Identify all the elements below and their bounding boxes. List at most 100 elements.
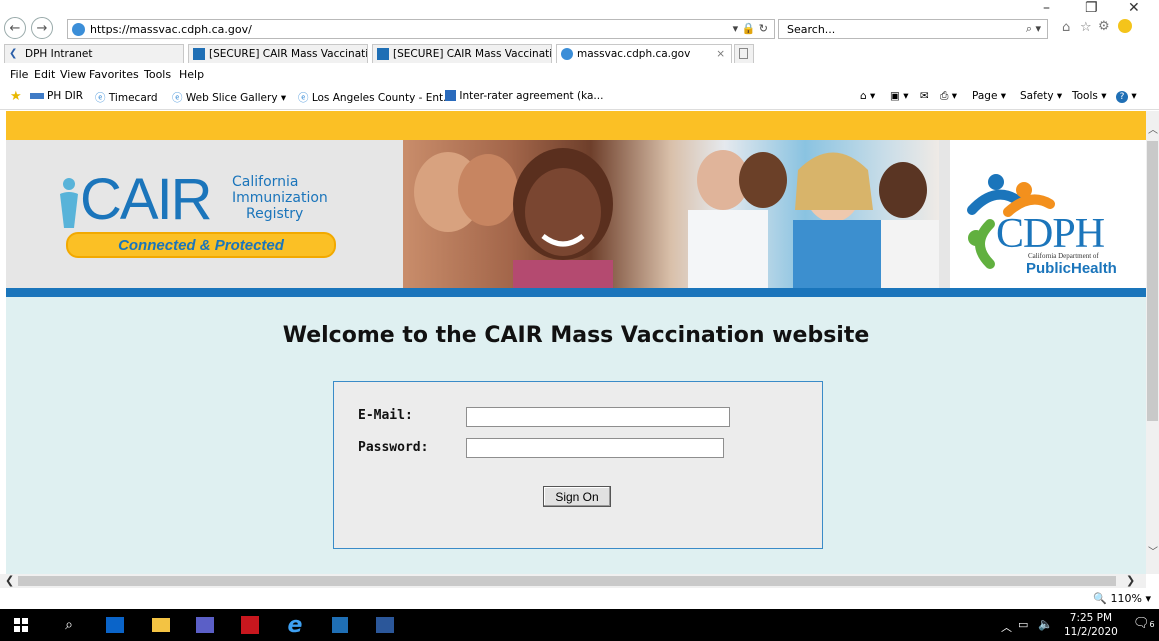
outlook-icon[interactable] (104, 614, 126, 636)
word-icon[interactable] (374, 614, 396, 636)
ie-page-icon: ⓔ (95, 92, 106, 104)
vertical-scrollbar[interactable]: ︿ ﹀ (1146, 111, 1159, 574)
tab-label: massvac.cdph.ca.gov (577, 48, 691, 60)
fav-timecard[interactable]: ⓔ Timecard (95, 90, 158, 105)
tab-dph-intranet[interactable]: ❮ DPH Intranet (4, 44, 184, 63)
file-explorer-icon[interactable] (150, 614, 172, 636)
ie-page-icon (561, 48, 573, 60)
tab-secure-cair-1[interactable]: [SECURE] CAIR Mass Vaccinati... (188, 44, 368, 63)
menu-file[interactable]: File (10, 68, 28, 81)
scroll-right-icon[interactable]: ❯ (1126, 574, 1135, 587)
ie-page-icon: ⓔ (172, 92, 183, 104)
acrobat-icon[interactable] (239, 614, 261, 636)
menu-bar: File Edit View Favorites Tools Help (0, 64, 1159, 84)
sign-on-button[interactable]: Sign On (543, 486, 611, 507)
scroll-left-icon[interactable]: ❮ (5, 574, 14, 587)
menu-tools[interactable]: Tools (144, 68, 171, 81)
home-command-icon[interactable]: ⌂ ▾ (860, 90, 875, 102)
close-icon[interactable]: ✕ (1128, 0, 1140, 16)
help-icon[interactable]: ? ▾ (1116, 90, 1137, 103)
page-title: Welcome to the CAIR Mass Vaccination web… (282, 323, 870, 348)
add-favorite-star-icon[interactable]: ★ (10, 89, 22, 104)
zoom-value: 110% (1110, 592, 1142, 605)
notifications-icon[interactable]: 🗨6 (1133, 616, 1155, 631)
banner-photo (403, 140, 939, 288)
cdph-logo: CDPH California Department of PublicHeal… (950, 140, 1146, 288)
ps-icon (377, 48, 389, 60)
close-tab-icon[interactable]: × (716, 48, 725, 60)
favorites-star-icon[interactable]: ☆ (1080, 20, 1092, 35)
home-icon[interactable]: ⌂ (1062, 20, 1070, 35)
cair-logo: CAIR California Immunization Registry Co… (56, 167, 346, 260)
menu-favorites[interactable]: Favorites (89, 68, 139, 81)
search-input[interactable]: Search... ⌕ ▾ (778, 19, 1048, 39)
smiley-icon[interactable] (1118, 19, 1132, 33)
cair-figure-icon (56, 176, 82, 230)
menu-edit[interactable]: Edit (34, 68, 55, 81)
password-label: Password: (358, 440, 429, 455)
zoom-control[interactable]: 🔍 110% ▾ (1093, 592, 1151, 605)
cair-tagline: Connected & Protected (118, 236, 284, 254)
forward-button[interactable]: → (31, 17, 53, 39)
lock-refresh-icon[interactable]: ▾ 🔒 ↻ (733, 22, 768, 35)
gear-icon[interactable]: ⚙ (1098, 19, 1110, 34)
horizontal-scrollbar[interactable]: ❮ ❯ (0, 574, 1146, 588)
windows-taskbar: ⌕ e ︿ ▭ 🔈 7:25 PM 11/2/2020 🗨6 (0, 609, 1159, 641)
minimize-icon[interactable]: – (1043, 0, 1050, 16)
powershell-icon[interactable] (329, 614, 351, 636)
ie-page-icon: ⓔ (298, 92, 309, 104)
fav-label: Los Angeles County - Ent... (311, 92, 454, 104)
email-label: E-Mail: (358, 408, 413, 423)
new-tab-button[interactable] (734, 44, 754, 63)
fav-la-county[interactable]: ⓔ Los Angeles County - Ent... (298, 90, 453, 105)
clock-time: 7:25 PM (1069, 612, 1113, 624)
password-field[interactable] (466, 438, 724, 458)
cdph-wordmark: CDPH (996, 211, 1105, 257)
tab-massvac[interactable]: massvac.cdph.ca.gov × (556, 44, 732, 63)
cdph-subtitle: California Department of (1028, 252, 1099, 260)
ps-icon (193, 48, 205, 60)
fav-web-slice-gallery[interactable]: ⓔ Web Slice Gallery ▾ (172, 90, 286, 105)
address-bar[interactable]: https://massvac.cdph.ca.gov/ ▾ 🔒 ↻ (67, 19, 775, 39)
new-tab-icon (739, 48, 748, 59)
menu-help[interactable]: Help (179, 68, 204, 81)
menu-view[interactable]: View (60, 68, 86, 81)
restore-icon[interactable]: ❐ (1085, 0, 1098, 16)
search-placeholder: Search... (787, 23, 836, 36)
system-clock[interactable]: 7:25 PM 11/2/2020 (1064, 611, 1118, 639)
page-menu[interactable]: Page ▾ (972, 90, 1006, 102)
tray-chevron-icon[interactable]: ︿ (1001, 619, 1012, 635)
print-icon[interactable]: ⎙ ▾ (940, 90, 957, 103)
ie-page-icon (72, 23, 85, 36)
login-form: E-Mail: Password: Sign On (333, 381, 823, 549)
horizontal-scroll-thumb[interactable] (18, 576, 1116, 586)
search-icon[interactable]: ⌕ (58, 614, 80, 636)
page-content: CAIR California Immunization Registry Co… (6, 111, 1146, 574)
scroll-up-icon[interactable]: ︿ (1148, 121, 1158, 136)
favorites-bar: ★ PH DIR ⓔ Timecard ⓔ Web Slice Gallery … (0, 84, 1159, 110)
email-field[interactable] (466, 407, 730, 427)
volume-muted-icon[interactable]: 🔈 (1038, 617, 1053, 631)
fav-inter-rater[interactable]: Inter-rater agreement (ka... (445, 90, 603, 102)
scroll-down-icon[interactable]: ﹀ (1148, 543, 1158, 558)
clock-date: 11/2/2020 (1064, 626, 1118, 638)
back-button[interactable]: ← (4, 17, 26, 39)
fav-label: Timecard (108, 92, 158, 104)
banner-photo-illustration (414, 148, 939, 288)
safety-menu[interactable]: Safety ▾ (1020, 90, 1062, 102)
internet-explorer-icon[interactable]: e (284, 613, 306, 638)
feeds-icon[interactable]: ▣ ▾ (890, 90, 909, 102)
fav-ph-dir[interactable]: PH DIR (30, 90, 83, 102)
tab-label: DPH Intranet (25, 48, 93, 60)
tab-secure-cair-2[interactable]: [SECURE] CAIR Mass Vaccinati... (372, 44, 552, 63)
teams-icon[interactable] (194, 614, 216, 636)
search-icon[interactable]: ⌕ ▾ (1026, 22, 1041, 36)
mail-icon[interactable]: ✉ (920, 90, 929, 102)
network-icon[interactable]: ▭ (1018, 618, 1028, 631)
windows-start-icon[interactable] (10, 614, 32, 636)
tools-menu[interactable]: Tools ▾ (1072, 90, 1106, 102)
tab-label: [SECURE] CAIR Mass Vaccinati... (209, 48, 368, 60)
vertical-scroll-thumb[interactable] (1147, 141, 1158, 421)
cair-tagline-pill: Connected & Protected (66, 232, 336, 258)
cair-wordmark: CAIR (80, 167, 213, 232)
